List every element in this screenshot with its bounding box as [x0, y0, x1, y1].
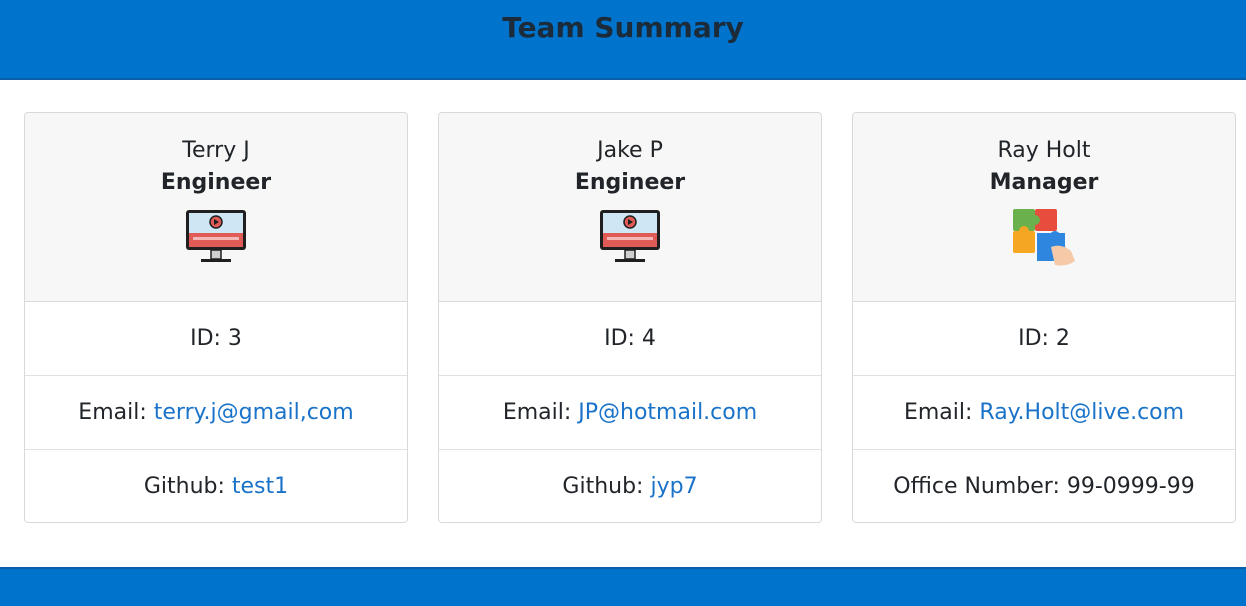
office-number-row: Office Number: 99-0999-99 [853, 450, 1235, 522]
github-label: Github: [143, 474, 232, 499]
employee-email-row: Email: terry.j@gmail,com [25, 376, 407, 450]
team-cards: Terry J Engineer ID: 3 Email: terry.j@gm… [24, 112, 1236, 523]
github-link[interactable]: test1 [232, 474, 288, 499]
employee-card-ray-holt: Ray Holt Manager ID: 2 Email: Ray.Holt@l… [852, 112, 1236, 523]
card-header: Ray Holt Manager [853, 113, 1235, 302]
computer-monitor-icon [600, 210, 660, 262]
computer-monitor-icon [186, 210, 246, 262]
employee-id-row: ID: 2 [853, 302, 1235, 376]
office-number-value: 99-0999-99 [1066, 474, 1195, 499]
employee-name: Ray Holt [997, 138, 1091, 163]
id-value: 2 [1055, 326, 1070, 351]
id-value: 3 [227, 326, 242, 351]
employee-name: Jake P [597, 138, 663, 163]
github-link[interactable]: jyp7 [650, 474, 697, 499]
id-label: ID: [604, 326, 642, 351]
page-header: Team Summary [0, 0, 1246, 80]
employee-email-row: Email: JP@hotmail.com [439, 376, 821, 450]
employee-card-terry-j: Terry J Engineer ID: 3 Email: terry.j@gm… [24, 112, 408, 523]
id-value: 4 [641, 326, 656, 351]
puzzle-pieces-icon [1013, 209, 1075, 266]
employee-id-row: ID: 3 [25, 302, 407, 376]
employee-github-row: Github: test1 [25, 450, 407, 522]
employee-email-row: Email: Ray.Holt@live.com [853, 376, 1235, 450]
email-link[interactable]: terry.j@gmail,com [154, 400, 354, 425]
employee-role: Engineer [160, 170, 272, 195]
card-header: Terry J Engineer [25, 113, 407, 302]
employee-github-row: Github: jyp7 [439, 450, 821, 522]
email-link[interactable]: JP@hotmail.com [578, 400, 757, 425]
employee-name: Terry J [182, 138, 250, 163]
employee-id-row: ID: 4 [439, 302, 821, 376]
page-footer [0, 567, 1246, 606]
employee-role: Manager [989, 170, 1099, 195]
email-link[interactable]: Ray.Holt@live.com [979, 400, 1184, 425]
employee-role: Engineer [574, 170, 686, 195]
id-label: ID: [1018, 326, 1056, 351]
page-title: Team Summary [502, 11, 744, 44]
github-label: Github: [562, 474, 651, 499]
employee-card-jake-p: Jake P Engineer ID: 4 Email: JP@hotmail.… [438, 112, 822, 523]
id-label: ID: [190, 326, 228, 351]
card-header: Jake P Engineer [439, 113, 821, 302]
office-number-label: Office Number: [893, 474, 1067, 499]
email-label: Email: [502, 400, 579, 425]
email-label: Email: [78, 400, 154, 425]
email-label: Email: [903, 400, 980, 425]
